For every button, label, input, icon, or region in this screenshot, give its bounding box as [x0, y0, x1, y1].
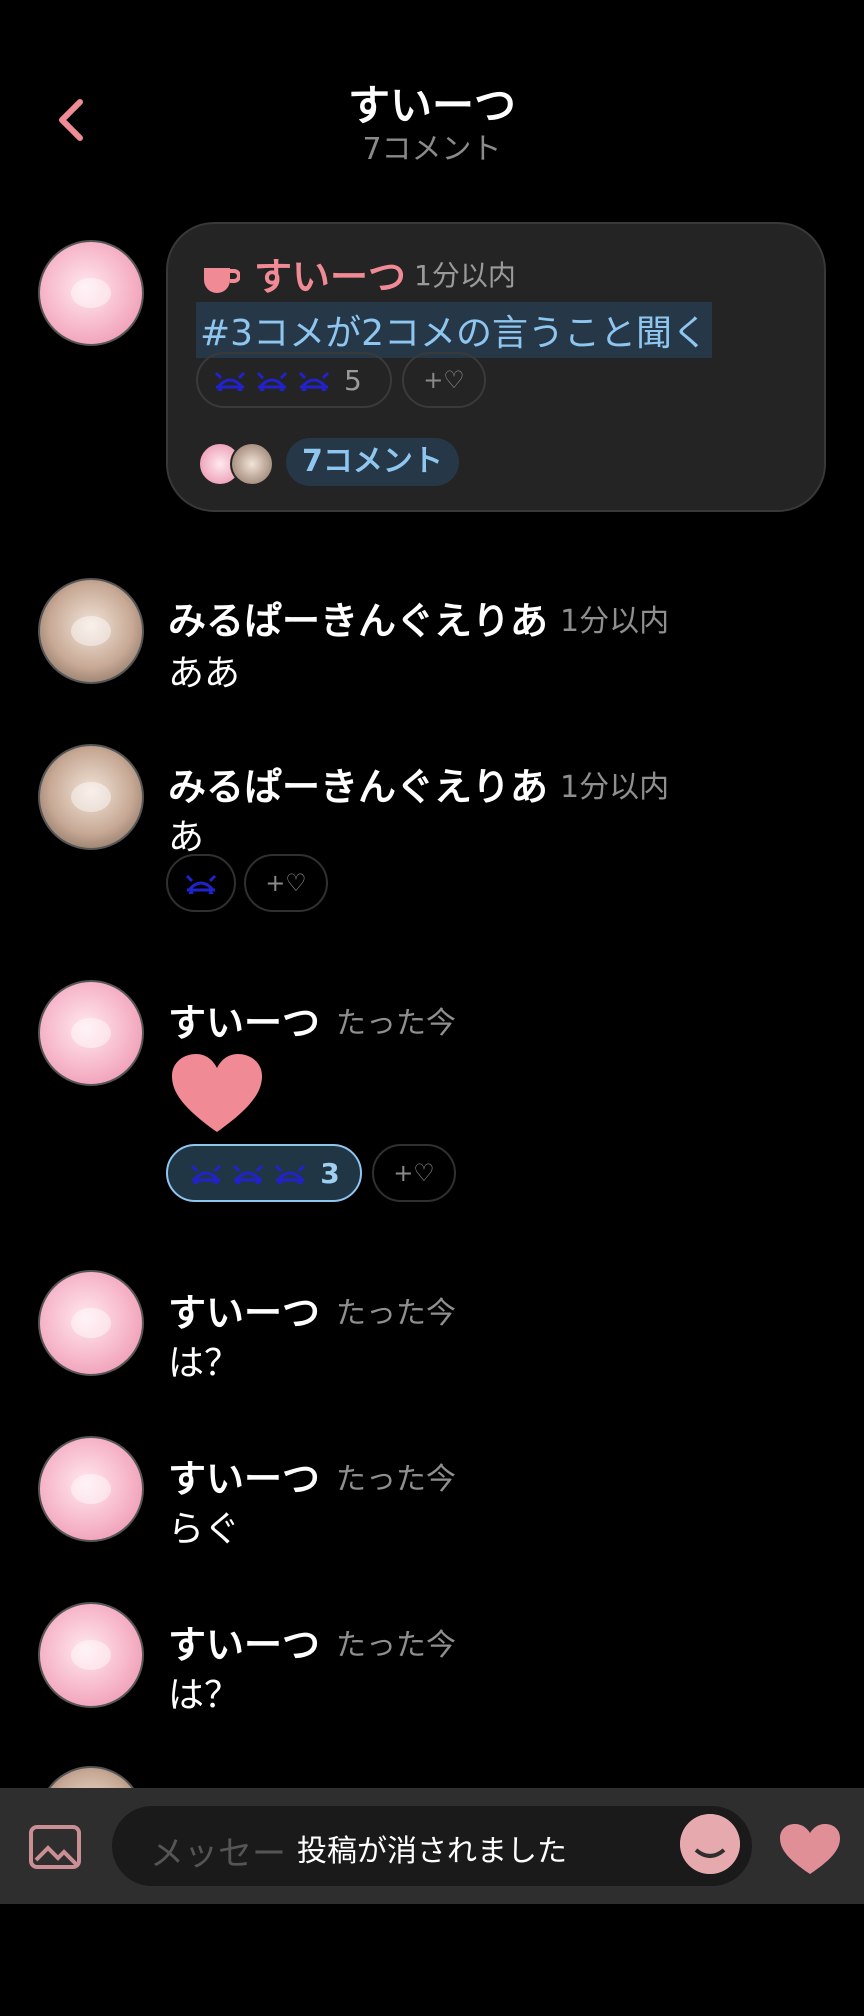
bottom-safe-area: [0, 1904, 864, 2016]
add-reaction-label: +♡: [393, 1159, 435, 1187]
comment-author[interactable]: みるぱーきんぐえりあ: [168, 590, 548, 645]
reaction-count: 3: [320, 1156, 340, 1190]
crab-icon: [214, 371, 246, 391]
reaction-pill[interactable]: [166, 854, 236, 912]
comment-author[interactable]: すいーつ: [168, 992, 320, 1047]
reaction-pill-selected[interactable]: 3: [166, 1144, 362, 1202]
cup-icon: [204, 268, 240, 293]
thread-card[interactable]: すいーつ 1分以内 #3コメが2コメの言うこと聞く 5 +♡ 7コメント: [166, 222, 826, 512]
comment-author[interactable]: すいーつ: [168, 1448, 320, 1503]
avatar[interactable]: [38, 578, 144, 684]
comment-text: らぐ: [168, 1509, 241, 1550]
add-reaction-label: +♡: [423, 366, 465, 394]
avatar[interactable]: [38, 240, 144, 346]
page-subtitle: 7コメント: [362, 132, 502, 167]
thread-topic[interactable]: #3コメが2コメの言うこと聞く: [196, 302, 712, 358]
crab-icon: [233, 1164, 264, 1184]
thread-time: 1分以内: [414, 259, 516, 292]
comment-text: は？: [168, 1675, 241, 1716]
crab-icon: [298, 371, 330, 391]
comment-author[interactable]: すいーつ: [168, 1282, 320, 1337]
heart-sticker-icon: [172, 1054, 262, 1132]
deleted-toast: 投稿が消されました: [297, 1834, 567, 1869]
avatar[interactable]: [38, 980, 144, 1086]
comment-text: あ: [168, 817, 205, 858]
add-reaction-button[interactable]: +♡: [244, 854, 328, 912]
add-reaction-label: +♡: [265, 869, 307, 897]
crab-icon: [191, 1164, 222, 1184]
comment-text: ああ: [168, 653, 241, 694]
heart-send-icon[interactable]: [778, 1822, 842, 1876]
comment-time: たった今: [336, 1462, 456, 1497]
avatar[interactable]: [38, 1602, 144, 1708]
comment-author[interactable]: みるぱーきんぐえりあ: [168, 756, 548, 811]
comments-count-chip[interactable]: 7コメント: [286, 438, 459, 486]
message-input[interactable]: メッセー 投稿が消されました: [112, 1806, 752, 1886]
comment-time: たった今: [336, 1006, 456, 1041]
avatar[interactable]: [38, 1270, 144, 1376]
comment-text: は？: [168, 1343, 241, 1384]
thread-author[interactable]: すいーつ: [254, 246, 406, 301]
reaction-pill[interactable]: 5: [196, 352, 392, 408]
add-reaction-button[interactable]: +♡: [402, 352, 486, 408]
image-picker-icon[interactable]: [28, 1824, 82, 1870]
avatar[interactable]: [38, 1436, 144, 1542]
comment-time: たった今: [336, 1296, 456, 1331]
participant-avatar: [230, 442, 274, 486]
crab-icon: [275, 1164, 306, 1184]
comment-time: 1分以内: [560, 604, 670, 639]
comment-time: 1分以内: [560, 770, 670, 805]
add-reaction-button[interactable]: +♡: [372, 1144, 456, 1202]
reaction-count: 5: [344, 363, 362, 397]
composer-bar: メッセー 投稿が消されました: [0, 1788, 864, 1904]
emoji-smile-icon[interactable]: [680, 1814, 740, 1874]
crab-icon: [256, 371, 288, 391]
crab-icon: [185, 874, 217, 894]
avatar[interactable]: [38, 744, 144, 850]
comment-author[interactable]: すいーつ: [168, 1614, 320, 1669]
comment-time: たった今: [336, 1628, 456, 1663]
